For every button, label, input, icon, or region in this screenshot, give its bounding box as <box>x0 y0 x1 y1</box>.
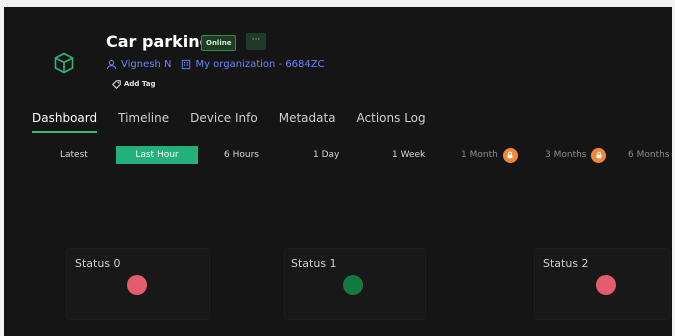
add-tag-label: Add Tag <box>124 80 156 88</box>
tab-metadata[interactable]: Metadata <box>279 109 336 127</box>
organization-link[interactable]: My organization - 6684ZC <box>195 59 324 70</box>
tab-device-info[interactable]: Device Info <box>190 109 258 127</box>
device-meta-row: Vignesh N My organization - 6684ZC <box>106 57 325 71</box>
range-label: 1 Day <box>313 150 340 160</box>
range-label: 6 Hours <box>224 150 259 160</box>
organization-icon <box>182 59 191 69</box>
status-widget-label: Status 1 <box>291 257 337 270</box>
lock-icon <box>591 147 607 163</box>
status-indicator-dot <box>343 275 363 295</box>
range-label: 3 Months <box>545 150 587 160</box>
status-widget-label: Status 0 <box>75 257 121 270</box>
range-label: Latest <box>60 150 88 160</box>
range-label: 1 Week <box>392 150 426 160</box>
range-6-months[interactable]: 6 Months <box>628 146 669 164</box>
range-3-months[interactable]: 3 Months <box>545 146 607 164</box>
device-title: Car parking <box>106 32 212 51</box>
user-icon <box>106 59 117 69</box>
range-1-month[interactable]: 1 Month <box>461 146 518 164</box>
tab-timeline[interactable]: Timeline <box>118 109 169 127</box>
status-indicator-dot <box>596 275 616 295</box>
status-indicator-dot <box>127 275 147 295</box>
range-1-week[interactable]: 1 Week <box>392 146 425 164</box>
range-label: Last Hour <box>135 150 179 160</box>
tab-dashboard[interactable]: Dashboard <box>32 109 98 133</box>
add-tag-button[interactable]: Add Tag <box>112 78 155 90</box>
device-page: Car parking Online ··· Vignesh N My orga… <box>4 7 672 336</box>
range-latest[interactable]: Latest <box>60 146 88 164</box>
tag-icon <box>112 79 121 89</box>
range-label: 1 Month <box>461 150 498 160</box>
lock-icon <box>502 147 518 163</box>
more-options-button[interactable]: ··· <box>246 33 266 50</box>
tab-bar: Dashboard Timeline Device Info Metadata … <box>32 109 447 133</box>
tab-actions-log[interactable]: Actions Log <box>357 109 426 127</box>
range-1-day[interactable]: 1 Day <box>313 146 339 164</box>
cube-icon <box>54 52 74 74</box>
owner-link[interactable]: Vignesh N <box>121 59 171 70</box>
range-label: 6 Months <box>628 150 670 160</box>
status-badge: Online <box>201 35 237 51</box>
status-widget-label: Status 2 <box>543 257 589 270</box>
range-last-hour[interactable]: Last Hour <box>116 146 198 164</box>
range-6-hours[interactable]: 6 Hours <box>224 146 259 164</box>
